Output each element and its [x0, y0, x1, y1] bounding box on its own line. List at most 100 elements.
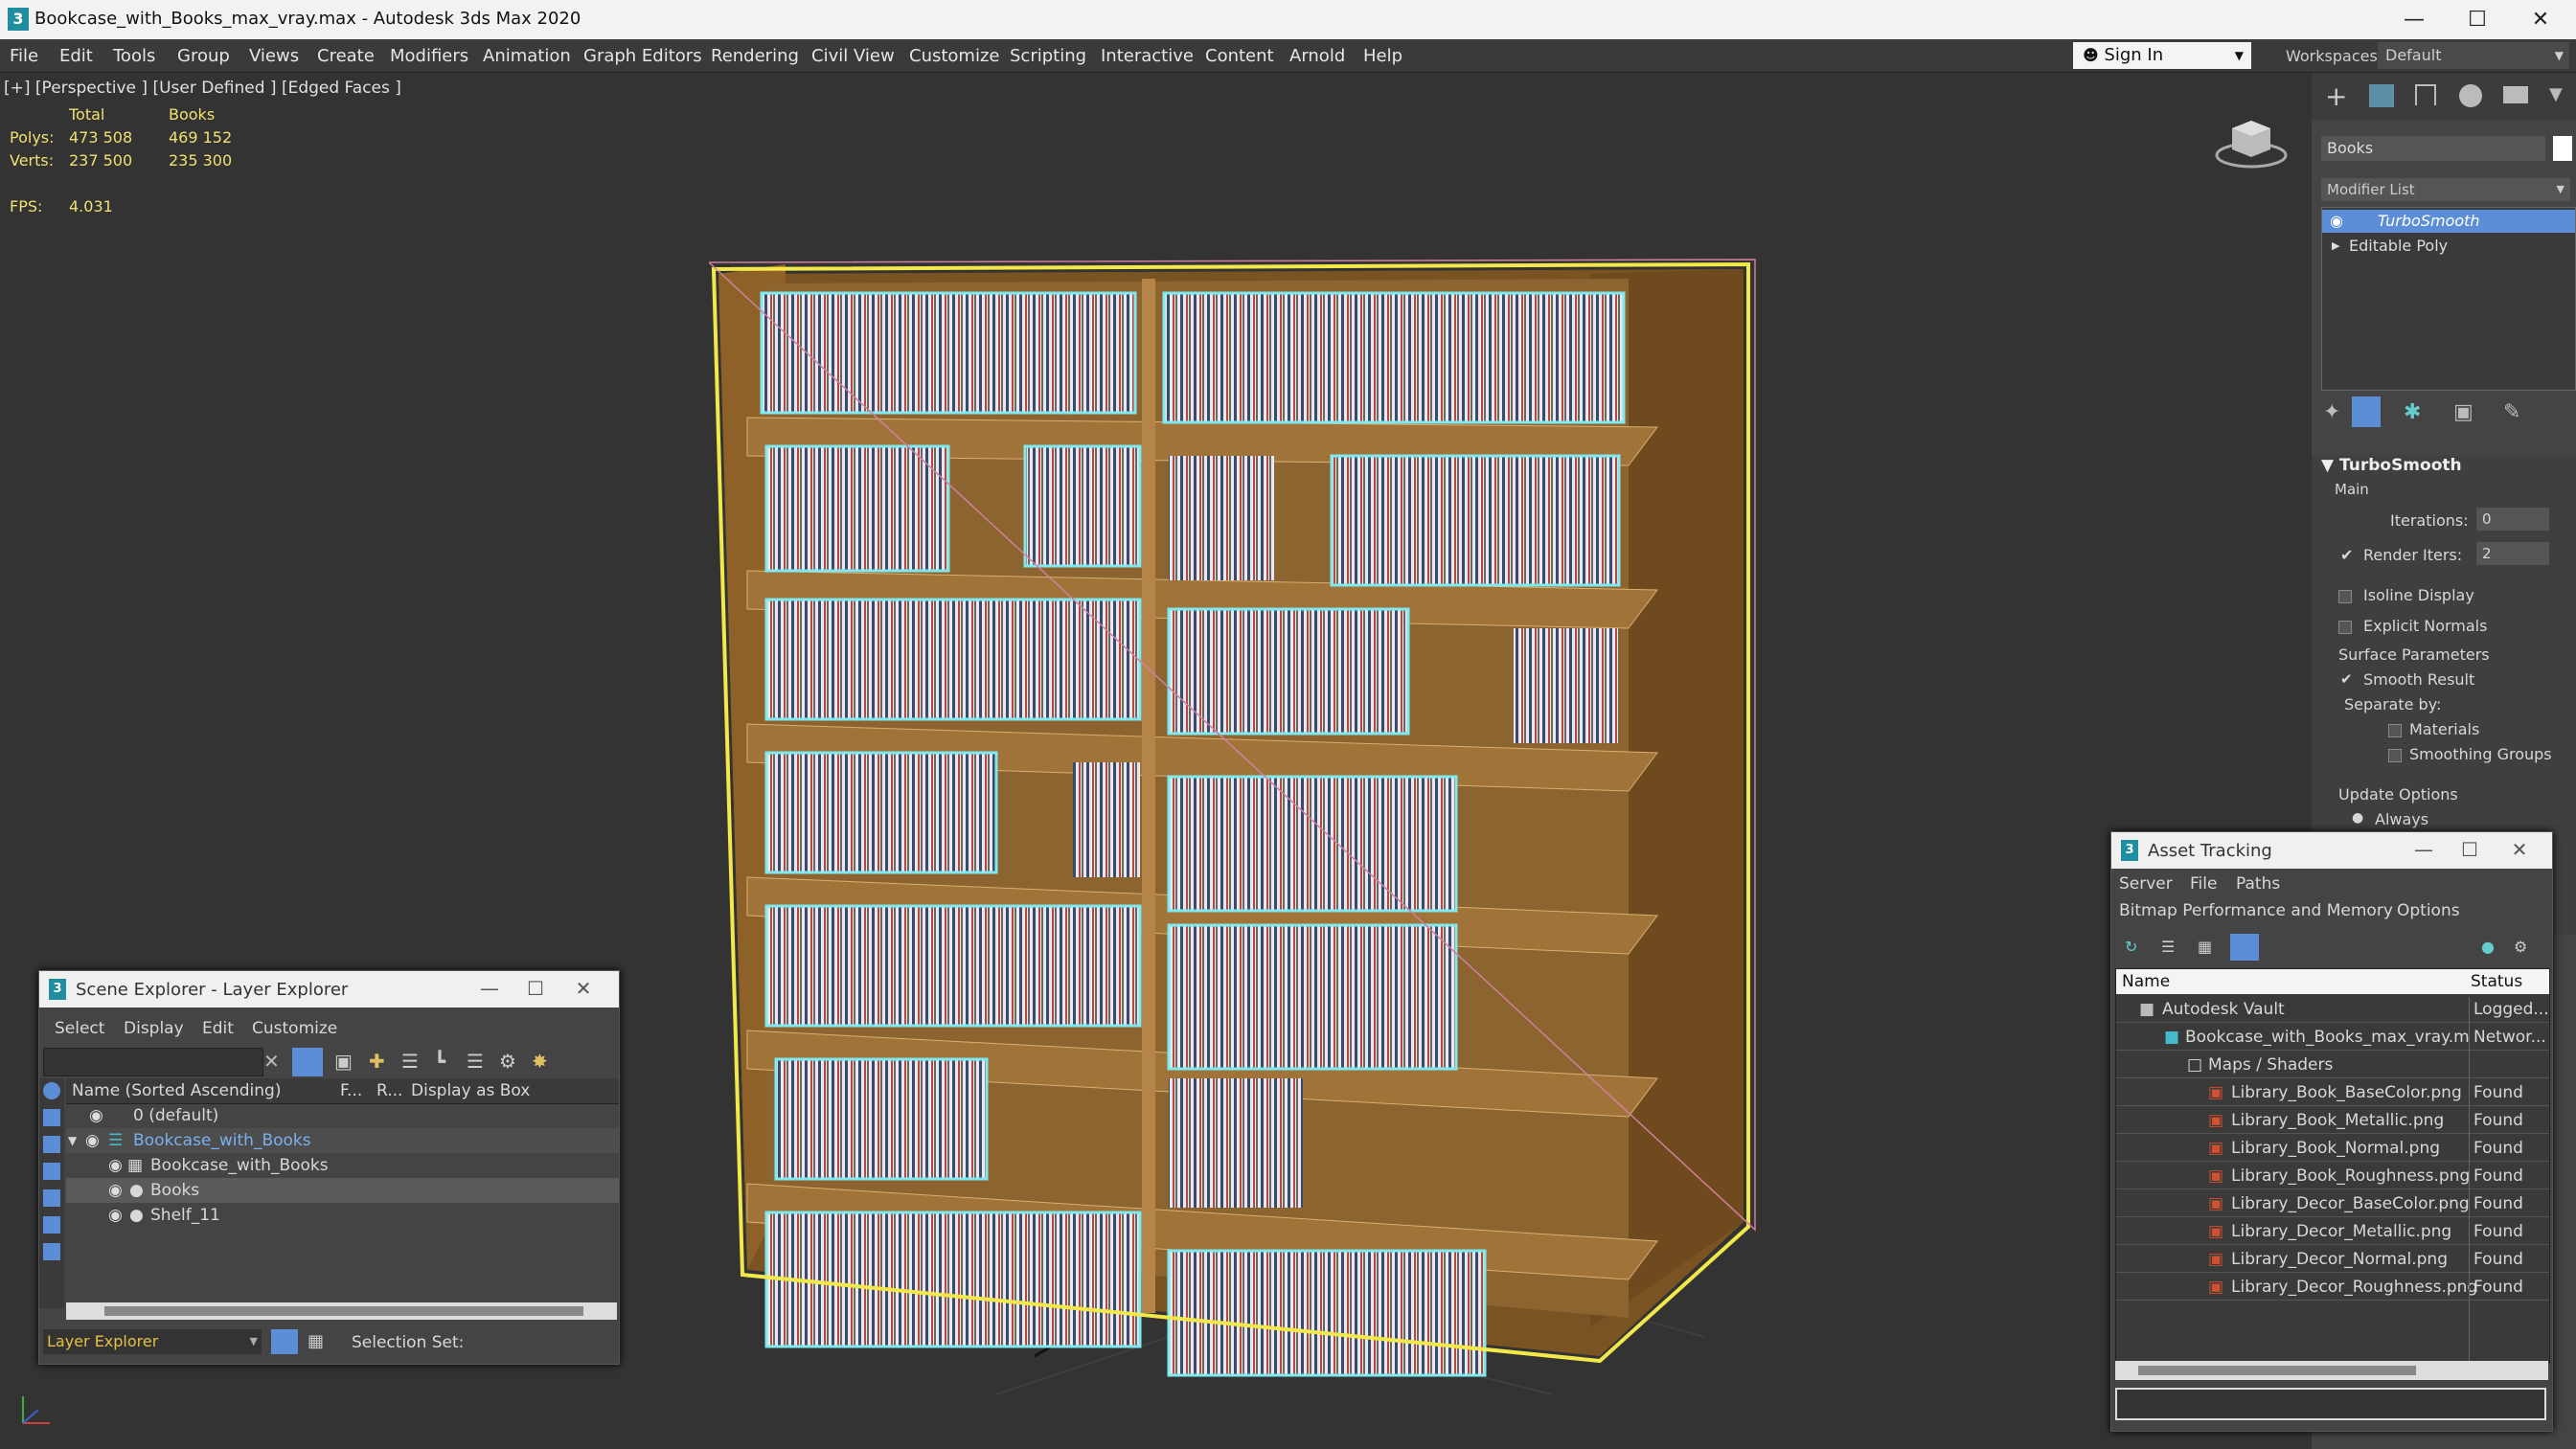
iterations-spinner[interactable]: 0	[2476, 508, 2549, 531]
column-renderable[interactable]: R...	[376, 1078, 402, 1103]
hierarchy-mode-icon[interactable]: ▦	[308, 1331, 324, 1351]
object-color-swatch[interactable]	[2553, 136, 2572, 161]
utilities-tab-icon[interactable]: ▼	[2549, 84, 2563, 104]
menu-group[interactable]: Group	[177, 46, 230, 66]
hierarchy-tab-icon[interactable]	[2415, 84, 2436, 105]
close-button[interactable]: ✕	[564, 977, 603, 1000]
column-name[interactable]: Name	[2122, 969, 2170, 994]
motion-tab-icon[interactable]	[2459, 84, 2482, 107]
table-row[interactable]: ▣ Library_Decor_Normal.png Found	[2116, 1247, 2549, 1273]
highlight-icon[interactable]: ⚙	[499, 1050, 516, 1073]
display-cameras-icon[interactable]	[43, 1163, 60, 1180]
display-spacewarps-icon[interactable]	[43, 1216, 60, 1234]
table-row[interactable]: □ Maps / Shaders	[2116, 1053, 2549, 1078]
viewport-label[interactable]: [+] [Perspective ] [User Defined ] [Edge…	[4, 79, 401, 98]
stack-icon[interactable]: ☰	[467, 1050, 484, 1073]
se-menu-display[interactable]: Display	[124, 1019, 184, 1038]
eye-icon[interactable]: ◉	[89, 1103, 103, 1128]
table-row[interactable]: ◉ 0 (default)	[66, 1103, 619, 1128]
table-row[interactable]: ▣ Library_Decor_BaseColor.png Found	[2116, 1191, 2549, 1217]
menu-rendering[interactable]: Rendering	[711, 46, 799, 66]
table-row[interactable]: ▼ ◉ ☰ Bookcase_with_Books	[66, 1128, 619, 1153]
menu-customize[interactable]: Customize	[909, 46, 999, 66]
table-row[interactable]: ◉ ● Shelf_11	[66, 1203, 619, 1228]
table-row[interactable]: ■ Autodesk Vault Logged...	[2116, 997, 2549, 1023]
help-icon[interactable]: ●	[2481, 938, 2495, 956]
settings-icon[interactable]: ⚙	[2514, 938, 2527, 956]
bookcase-model[interactable]	[709, 188, 1782, 1433]
materials-checkbox[interactable]	[2388, 724, 2402, 737]
se-menu-select[interactable]: Select	[55, 1019, 104, 1038]
eye-icon[interactable]: ◉	[2330, 210, 2343, 233]
layer-explorer-dropdown[interactable]: Layer Explorer ▼	[43, 1329, 262, 1354]
minimize-button[interactable]: —	[470, 977, 509, 1000]
display-geometry-icon[interactable]	[43, 1082, 60, 1099]
sign-in-dropdown[interactable]: ☻ Sign In ▼	[2073, 42, 2251, 69]
stack-item-editable-poly[interactable]: ▶ Editable Poly	[2322, 235, 2575, 258]
workspaces-dropdown[interactable]: Default ▼	[2378, 42, 2569, 69]
scene-explorer-titlebar[interactable]: 3 Scene Explorer - Layer Explorer — ☐ ✕	[39, 971, 619, 1008]
create-tab-icon[interactable]: +	[2325, 80, 2347, 112]
rollout-title[interactable]: ▼ TurboSmooth	[2321, 456, 2462, 475]
new-layer-icon[interactable]: ✚	[369, 1050, 385, 1073]
menu-arnold[interactable]: Arnold	[1289, 46, 1345, 66]
column-frozen[interactable]: F...	[340, 1078, 362, 1103]
modifier-list-dropdown[interactable]: Modifier List ▼	[2321, 178, 2570, 201]
se-menu-customize[interactable]: Customize	[252, 1019, 337, 1038]
display-helpers-icon[interactable]	[43, 1189, 60, 1207]
viewcube-icon[interactable]	[2208, 107, 2294, 174]
at-menu-options[interactable]: Options	[2397, 901, 2460, 920]
menu-scripting[interactable]: Scripting	[1010, 46, 1086, 66]
menu-content[interactable]: Content	[1205, 46, 1274, 66]
menu-animation[interactable]: Animation	[483, 46, 571, 66]
sync-icon[interactable]: ✸	[532, 1050, 548, 1073]
close-button[interactable]: ✕	[2512, 4, 2569, 36]
eye-icon[interactable]: ◉	[108, 1203, 123, 1228]
table-view-icon[interactable]: ▦	[2198, 938, 2212, 956]
table-row[interactable]: ◉ ▦ Bookcase_with_Books	[66, 1153, 619, 1178]
asset-tracking-titlebar[interactable]: 3 Asset Tracking — ☐ ✕	[2111, 832, 2552, 869]
delete-icon[interactable]: ▣	[2453, 400, 2473, 424]
menu-edit[interactable]: Edit	[59, 46, 93, 66]
always-radio[interactable]: ●	[2352, 810, 2363, 826]
menu-graph-editors[interactable]: Graph Editors	[583, 46, 702, 66]
isoline-checkbox[interactable]	[2338, 590, 2352, 603]
menu-views[interactable]: Views	[249, 46, 299, 66]
at-menu-bitmap[interactable]: Bitmap Performance and Memory	[2119, 901, 2393, 920]
eye-icon[interactable]: ◉	[108, 1153, 123, 1178]
table-row[interactable]: ▣ Library_Book_BaseColor.png Found	[2116, 1080, 2549, 1106]
display-lights-icon[interactable]	[43, 1136, 60, 1153]
table-row[interactable]: ■ Bookcase_with_Books_max_vray.max Networ.…	[2116, 1025, 2549, 1051]
minimize-button[interactable]: —	[2385, 4, 2443, 36]
stack-item-turbosmooth[interactable]: ◉ TurboSmooth	[2322, 210, 2575, 233]
table-row[interactable]: ▣ Library_Book_Metallic.png Found	[2116, 1108, 2549, 1134]
filter-icon[interactable]	[292, 1048, 323, 1076]
menu-civil-view[interactable]: Civil View	[811, 46, 895, 66]
modify-tab-icon[interactable]	[2369, 84, 2394, 107]
eye-icon[interactable]: ◉	[85, 1128, 100, 1153]
menu-help[interactable]: Help	[1363, 46, 1402, 66]
clear-icon[interactable]: ✕	[263, 1050, 280, 1073]
eye-icon[interactable]: ◉	[108, 1178, 123, 1203]
table-row[interactable]: ▣ Library_Book_Normal.png Found	[2116, 1136, 2549, 1162]
pin-icon[interactable]: ✦	[2323, 400, 2340, 424]
at-menu-paths[interactable]: Paths	[2236, 874, 2280, 894]
render-iters-spinner[interactable]: 2	[2476, 542, 2549, 565]
maximize-button[interactable]: ☐	[516, 977, 555, 1000]
at-horizontal-scrollbar[interactable]	[2115, 1361, 2548, 1380]
hierarchy-icon[interactable]: ┗	[434, 1050, 445, 1073]
layers-icon[interactable]: ☰	[401, 1050, 419, 1073]
make-unique-icon[interactable]: ✱	[2404, 400, 2421, 424]
at-menu-file[interactable]: File	[2190, 874, 2217, 894]
se-search-input[interactable]	[43, 1048, 263, 1076]
column-name[interactable]: Name (Sorted Ascending)	[72, 1078, 281, 1103]
menu-create[interactable]: Create	[317, 46, 375, 66]
show-end-result-icon[interactable]	[2352, 396, 2381, 427]
refresh-icon[interactable]: ↻	[2125, 938, 2137, 956]
se-horizontal-scrollbar[interactable]	[66, 1302, 617, 1320]
column-display-as-box[interactable]: Display as Box	[411, 1078, 530, 1103]
display-tab-icon[interactable]	[2503, 86, 2528, 103]
list-icon[interactable]: ☰	[2161, 938, 2175, 956]
display-bones-icon[interactable]	[43, 1243, 60, 1260]
chevron-down-icon[interactable]: ▼	[68, 1128, 77, 1153]
